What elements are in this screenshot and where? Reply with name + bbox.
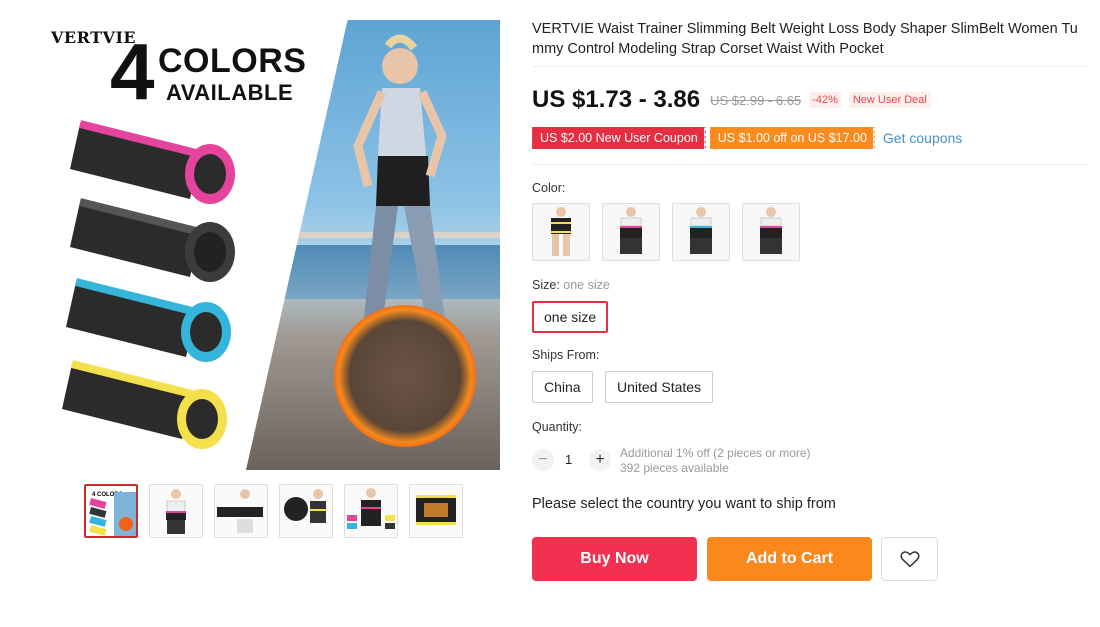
thumbnail-4[interactable] <box>279 484 333 538</box>
buy-now-button[interactable]: Buy Now <box>532 537 697 581</box>
quantity-decrease-button[interactable]: − <box>532 449 554 471</box>
color-swatch-image-icon <box>743 204 799 260</box>
stock-available-note: 392 pieces available <box>620 461 729 475</box>
wishlist-button[interactable] <box>881 537 938 581</box>
price: US $1.73 - 3.86 <box>532 86 701 113</box>
new-user-coupon[interactable]: US $2.00 New User Coupon <box>530 127 708 149</box>
new-user-deal-badge: New User Deal <box>848 92 931 108</box>
quantity-label: Quantity: <box>532 420 583 434</box>
thumbnail-2[interactable] <box>149 484 203 538</box>
thumbnail-1[interactable]: 4 COLORS <box>84 484 138 538</box>
coupon-row: US $2.00 New User Coupon US $1.00 off on… <box>530 127 962 149</box>
promo-line-1: COLORS <box>158 42 307 80</box>
store-coupon[interactable]: US $1.00 off on US $17.00 <box>707 127 878 149</box>
ships-from-china[interactable]: China <box>532 371 593 403</box>
color-option-1[interactable] <box>532 203 590 261</box>
size-label: Size: <box>532 278 560 292</box>
ship-country-message: Please select the country you want to sh… <box>532 496 836 512</box>
thumbnail-6[interactable] <box>409 484 463 538</box>
thumbnail-image-icon: 4 COLORS <box>89 492 136 536</box>
thumbnail-image-icon <box>215 485 267 537</box>
product-title: VERTVIE Waist Trainer Slimming Belt Weig… <box>532 21 1078 57</box>
belt-roll-yellow <box>62 360 227 449</box>
size-selected-value: one size <box>563 278 610 292</box>
size-option-one-size[interactable]: one size <box>532 301 609 333</box>
color-option-2[interactable] <box>602 203 660 261</box>
color-label: Color: <box>532 181 566 195</box>
promo-number: 4 <box>110 27 155 116</box>
quantity-value[interactable]: 1 <box>565 452 572 467</box>
thumbnail-image-icon <box>150 485 202 537</box>
ships-from-label: Ships From: <box>532 348 600 362</box>
color-swatch-image-icon <box>603 204 659 260</box>
size-label-row: Size: one size <box>532 278 610 292</box>
thumbnail-image-icon <box>345 485 397 537</box>
thumbnail-3[interactable] <box>214 484 268 538</box>
thumbnail-image-icon <box>410 485 462 537</box>
get-coupons-link[interactable]: Get coupons <box>883 130 962 146</box>
thumbnail-image-icon <box>280 485 332 537</box>
add-to-cart-button[interactable]: Add to Cart <box>707 537 872 581</box>
divider <box>532 164 1088 165</box>
color-swatch-image-icon <box>673 204 729 260</box>
thumbnail-5[interactable] <box>344 484 398 538</box>
discount-badge: -42% <box>809 92 841 108</box>
color-swatch-image-icon <box>533 204 589 260</box>
divider <box>532 66 1088 67</box>
fire-circle-graphic <box>334 305 476 447</box>
ships-from-united-states[interactable]: United States <box>605 371 714 403</box>
color-option-3[interactable] <box>672 203 730 261</box>
product-main-image[interactable]: VERTVIE 4 COLORS AVAILABLE <box>48 20 500 470</box>
bulk-discount-note: Additional 1% off (2 pieces or more) <box>620 446 811 460</box>
quantity-increase-button[interactable]: + <box>589 449 611 471</box>
color-option-4[interactable] <box>742 203 800 261</box>
price-row: US $1.73 - 3.86 US $2.99 - 6.65 -42% New… <box>532 86 931 114</box>
original-price: US $2.99 - 6.65 <box>710 92 802 108</box>
heart-icon <box>900 551 919 568</box>
promo-line-2: AVAILABLE <box>166 80 294 105</box>
